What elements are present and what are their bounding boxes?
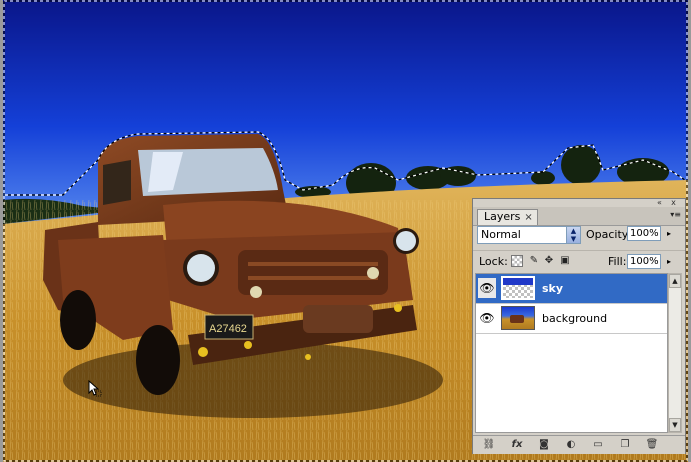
spinner-arrows-icon[interactable]: ▲ ▼ xyxy=(566,227,580,243)
delete-layer-icon[interactable]: 🗑 xyxy=(644,438,660,452)
close-panel-button[interactable]: x xyxy=(669,199,678,207)
lock-transparent-icon[interactable] xyxy=(511,255,523,267)
visibility-eye-icon[interactable]: 👁 xyxy=(478,308,496,328)
layers-panel: « x Layers × ▾≡ Normal ▲ ▼ Opacity: 100% ▸… xyxy=(472,198,686,454)
lock-image-icon[interactable]: ✎ xyxy=(528,255,540,267)
collapse-panel-button[interactable]: « xyxy=(655,199,664,207)
opacity-value: 100% xyxy=(630,228,659,239)
fx-icon[interactable]: fx xyxy=(509,438,525,452)
lock-label: Lock: xyxy=(479,255,508,268)
opacity-label: Opacity: xyxy=(586,228,632,241)
layer-name: background xyxy=(542,312,608,325)
blend-mode-value: Normal xyxy=(481,228,521,241)
panel-titlebar[interactable]: « x xyxy=(473,199,685,207)
panel-menu-icon[interactable]: ▾≡ xyxy=(670,211,681,219)
fill-label: Fill: xyxy=(608,255,627,268)
adjustment-layer-icon[interactable]: ◐ xyxy=(563,438,579,452)
blend-row: Normal ▲ ▼ Opacity: 100% ▸ xyxy=(473,226,685,248)
fill-flyout-icon[interactable]: ▸ xyxy=(664,254,674,269)
opacity-flyout-icon[interactable]: ▸ xyxy=(664,226,674,241)
fill-value: 100% xyxy=(630,256,659,267)
tab-close-icon[interactable]: × xyxy=(524,212,532,223)
tab-layers[interactable]: Layers × xyxy=(477,209,538,225)
layers-bottom-bar: ⛓ fx ◙ ◐ ▭ ❐ 🗑 xyxy=(473,435,685,454)
tab-layers-label: Layers xyxy=(484,210,521,223)
layer-list-scrollbar[interactable]: ▲ ▼ xyxy=(668,273,682,433)
lock-all-icon[interactable]: ▣ xyxy=(559,255,571,267)
layer-row-sky[interactable]: 👁 sky xyxy=(476,274,667,304)
layer-name: sky xyxy=(542,282,564,295)
visibility-eye-icon[interactable]: 👁 xyxy=(478,278,496,298)
layer-thumbnail-background xyxy=(501,306,535,330)
scroll-down-icon[interactable]: ▼ xyxy=(669,418,681,432)
fill-input[interactable]: 100% xyxy=(627,254,661,269)
add-mask-icon[interactable]: ◙ xyxy=(536,438,552,452)
lock-row: Lock: ✎ ✥ ▣ Fill: 100% ▸ xyxy=(473,250,685,273)
layer-list: 👁 sky 👁 background xyxy=(475,273,668,433)
new-layer-icon[interactable]: ❐ xyxy=(617,438,633,452)
blend-mode-select[interactable]: Normal ▲ ▼ xyxy=(477,226,581,244)
new-group-icon[interactable]: ▭ xyxy=(590,438,606,452)
lock-position-icon[interactable]: ✥ xyxy=(543,255,555,267)
layer-row-background[interactable]: 👁 background xyxy=(476,304,667,334)
opacity-input[interactable]: 100% xyxy=(627,226,661,241)
link-layers-icon[interactable]: ⛓ xyxy=(481,438,497,452)
panel-tab-row: Layers × ▾≡ xyxy=(473,207,685,226)
scroll-up-icon[interactable]: ▲ xyxy=(669,274,681,288)
svg-text:A27462: A27462 xyxy=(209,323,247,335)
layer-thumbnail-sky xyxy=(501,276,535,300)
